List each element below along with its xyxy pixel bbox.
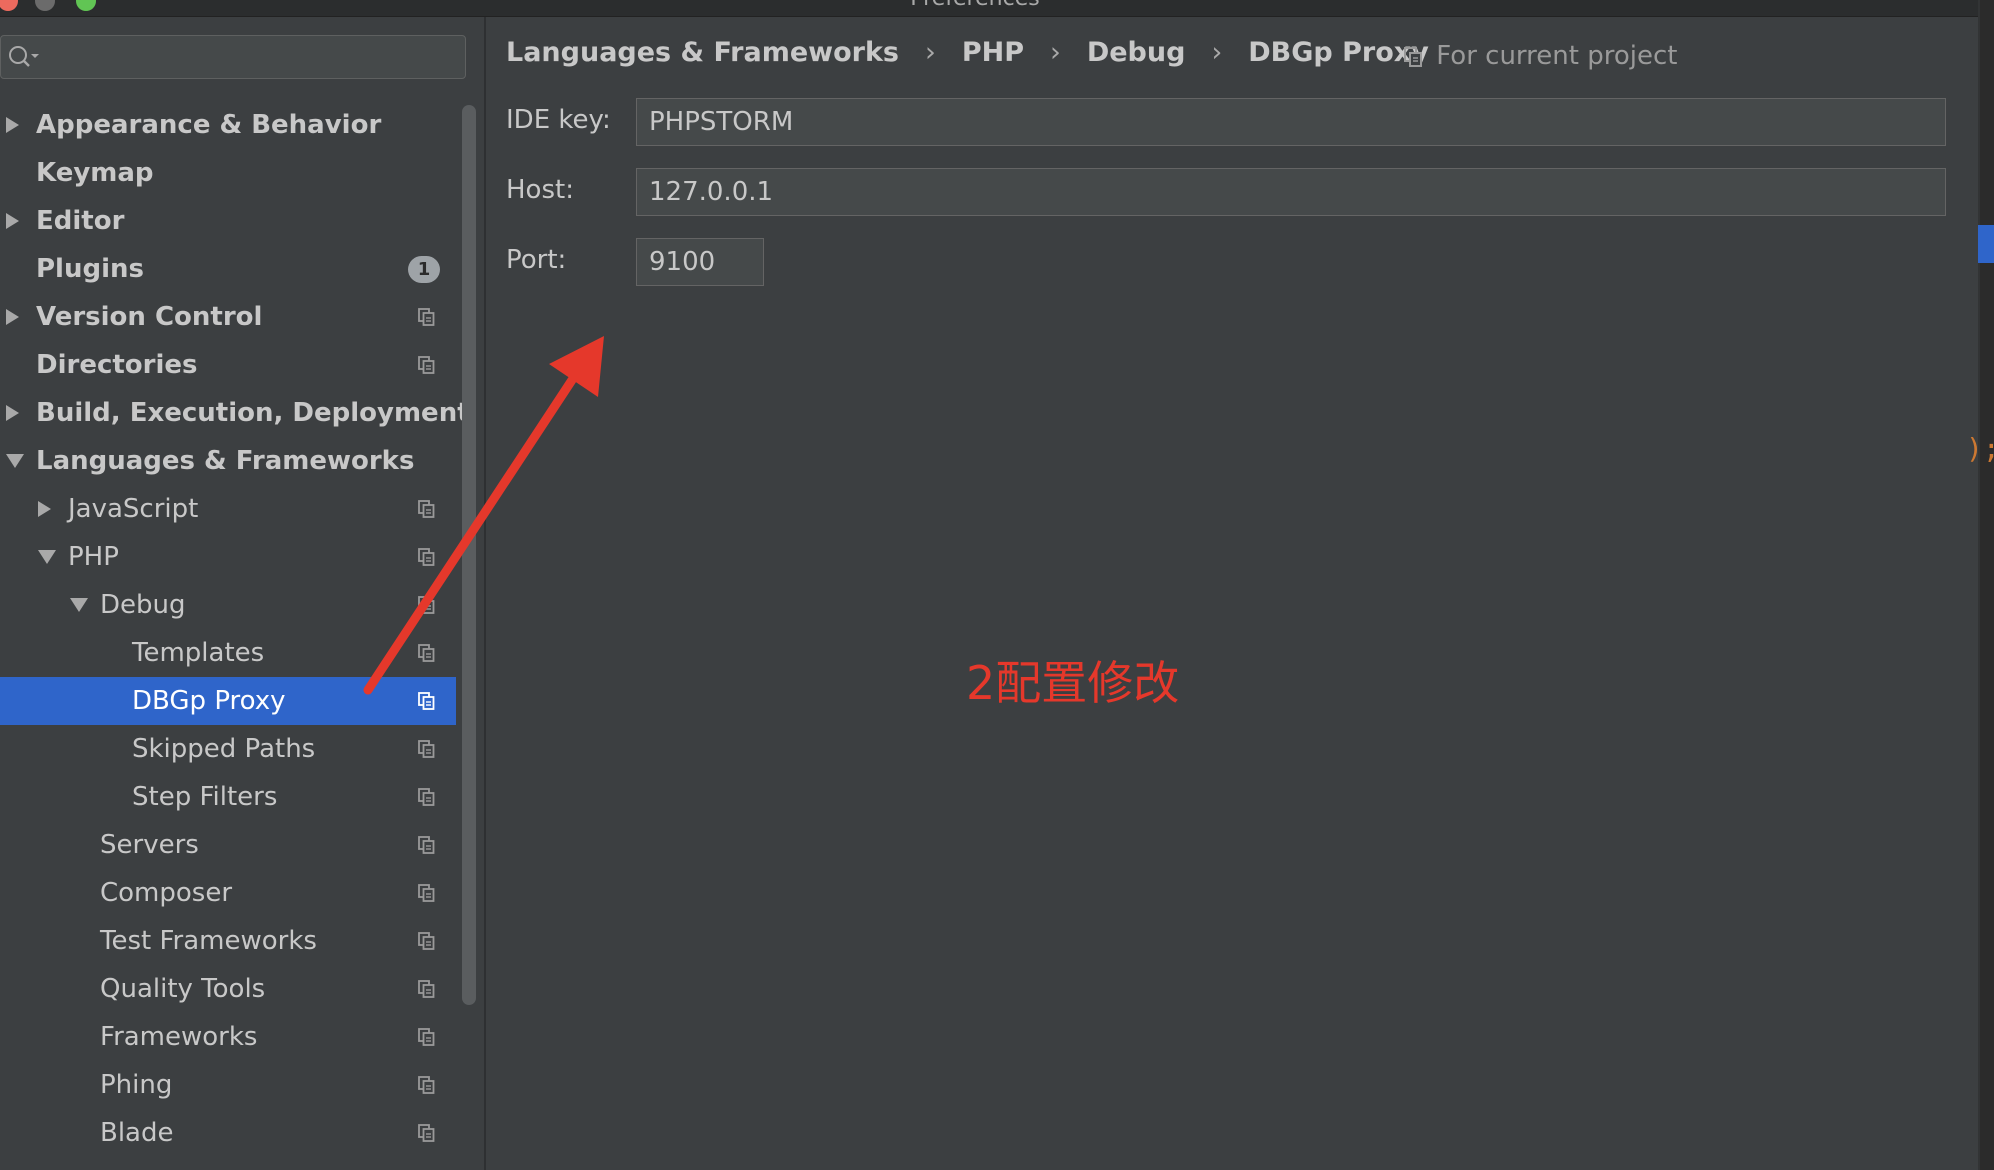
sidebar-item-quality-tools[interactable]: Quality Tools	[0, 965, 456, 1013]
sidebar-item-plugins[interactable]: Plugins 1	[0, 245, 456, 293]
sidebar-item-javascript[interactable]: JavaScript	[0, 485, 456, 533]
project-scope-icon	[418, 692, 435, 710]
sidebar-item-label: Servers	[100, 830, 199, 860]
background-editor-strip	[1978, 0, 1994, 1170]
breadcrumb-item-dbgp-proxy: DBGp Proxy	[1248, 37, 1429, 68]
project-scope-icon	[418, 308, 435, 326]
sidebar-scrollbar[interactable]	[462, 105, 476, 1005]
sidebar-item-label: Debug	[100, 590, 186, 620]
sidebar-item-php[interactable]: PHP	[0, 533, 456, 581]
expanded-arrow-icon[interactable]	[38, 550, 56, 564]
project-scope-icon	[418, 548, 435, 566]
collapsed-arrow-icon[interactable]	[6, 213, 19, 229]
project-scope-icon	[418, 644, 435, 662]
project-scope-icon	[418, 500, 435, 518]
sidebar-item-label: Directories	[36, 350, 198, 380]
sidebar-item-label: Skipped Paths	[132, 734, 316, 764]
sidebar-item-label: Test Frameworks	[100, 926, 317, 956]
project-scope-icon	[418, 788, 435, 806]
breadcrumb-item-php[interactable]: PHP	[962, 33, 1024, 73]
ide-key-label: IDE key:	[506, 105, 611, 135]
project-scope-icon	[418, 836, 435, 854]
scope-hint: For current project	[1404, 37, 1677, 75]
project-scope-icon	[418, 740, 435, 758]
sidebar-item-label: Version Control	[36, 302, 263, 332]
sidebar-item-appearance-behavior[interactable]: Appearance & Behavior	[0, 101, 456, 149]
breadcrumb-separator: ›	[1211, 37, 1223, 68]
project-scope-icon	[418, 884, 435, 902]
sidebar-item-languages-frameworks[interactable]: Languages & Frameworks	[0, 437, 456, 485]
window-title: Preferences	[0, 0, 1950, 11]
sidebar-item-debug[interactable]: Debug	[0, 581, 456, 629]
project-scope-icon	[1404, 41, 1436, 71]
sidebar-item-frameworks[interactable]: Frameworks	[0, 1013, 456, 1061]
port-input[interactable]	[636, 238, 764, 286]
breadcrumb-item-languages-frameworks[interactable]: Languages & Frameworks	[506, 33, 899, 73]
sidebar-item-directories[interactable]: Directories	[0, 341, 456, 389]
sidebar-item-step-filters[interactable]: Step Filters	[0, 773, 456, 821]
settings-search-box[interactable]	[0, 35, 466, 79]
host-label: Host:	[506, 175, 574, 205]
sidebar-item-label: Blade	[100, 1118, 174, 1148]
sidebar-item-label: Step Filters	[132, 782, 278, 812]
collapsed-arrow-icon[interactable]	[6, 117, 19, 133]
annotation-text: 2配置修改	[966, 656, 1180, 710]
sidebar-item-skipped-paths[interactable]: Skipped Paths	[0, 725, 456, 773]
host-input[interactable]	[636, 168, 1946, 216]
sidebar-item-test-frameworks[interactable]: Test Frameworks	[0, 917, 456, 965]
search-input[interactable]	[45, 40, 459, 76]
sidebar-item-label: JavaScript	[68, 494, 199, 524]
collapsed-arrow-icon[interactable]	[38, 501, 51, 517]
sidebar-item-editor[interactable]: Editor	[0, 197, 456, 245]
sidebar-item-label: Build, Execution, Deployment	[36, 398, 470, 428]
background-editor-text: );	[1966, 432, 1994, 465]
search-icon	[7, 43, 41, 75]
sidebar-item-label: Appearance & Behavior	[36, 110, 382, 140]
sidebar-item-build-execution-deployment[interactable]: Build, Execution, Deployment	[0, 389, 470, 437]
collapsed-arrow-icon[interactable]	[6, 405, 19, 421]
expanded-arrow-icon[interactable]	[6, 454, 24, 468]
plugins-update-badge: 1	[408, 256, 440, 283]
project-scope-icon	[418, 1076, 435, 1094]
breadcrumb-item-debug[interactable]: Debug	[1087, 33, 1186, 73]
settings-content: Languages & Frameworks › PHP › Debug › DBGp Pr…	[486, 17, 1978, 1170]
collapsed-arrow-icon[interactable]	[6, 309, 19, 325]
title-bar: Preferences	[0, 0, 1994, 17]
project-scope-icon	[418, 356, 435, 374]
breadcrumb-separator: ›	[925, 37, 936, 68]
sidebar-item-servers[interactable]: Servers	[0, 821, 456, 869]
sidebar-item-label: Plugins	[36, 254, 144, 284]
settings-sidebar: Appearance & Behavior Keymap Editor Plugins…	[0, 17, 476, 1170]
project-scope-icon	[418, 596, 435, 614]
breadcrumb-separator: ›	[1050, 37, 1061, 68]
sidebar-item-phing[interactable]: Phing	[0, 1061, 456, 1109]
sidebar-item-label: Languages & Frameworks	[36, 446, 415, 476]
expanded-arrow-icon[interactable]	[70, 598, 88, 612]
project-scope-icon	[418, 980, 435, 998]
settings-tree: Appearance & Behavior Keymap Editor Plugins…	[0, 101, 470, 1157]
sidebar-item-label: Keymap	[36, 158, 154, 188]
port-label: Port:	[506, 245, 567, 275]
sidebar-item-templates[interactable]: Templates	[0, 629, 456, 677]
sidebar-item-label: Composer	[100, 878, 233, 908]
sidebar-item-label: Phing	[100, 1070, 173, 1100]
sidebar-item-blade[interactable]: Blade	[0, 1109, 456, 1157]
ide-key-input[interactable]	[636, 98, 1946, 146]
background-editor-selection	[1978, 225, 1994, 263]
sidebar-item-label: Frameworks	[100, 1022, 258, 1052]
sidebar-item-composer[interactable]: Composer	[0, 869, 456, 917]
project-scope-icon	[418, 1028, 435, 1046]
scope-hint-label: For current project	[1436, 41, 1678, 71]
sidebar-item-keymap[interactable]: Keymap	[0, 149, 456, 197]
sidebar-item-label: Templates	[132, 638, 265, 668]
sidebar-item-version-control[interactable]: Version Control	[0, 293, 456, 341]
sidebar-item-label: DBGp Proxy	[132, 686, 286, 716]
project-scope-icon	[418, 1124, 435, 1142]
breadcrumb: Languages & Frameworks › PHP › Debug › DBGp Pr…	[506, 33, 1429, 73]
sidebar-item-label: PHP	[68, 542, 119, 572]
sidebar-item-label: Quality Tools	[100, 974, 266, 1004]
sidebar-item-label: Editor	[36, 206, 125, 236]
sidebar-item-dbgp-proxy[interactable]: DBGp Proxy	[0, 677, 456, 725]
project-scope-icon	[418, 932, 435, 950]
